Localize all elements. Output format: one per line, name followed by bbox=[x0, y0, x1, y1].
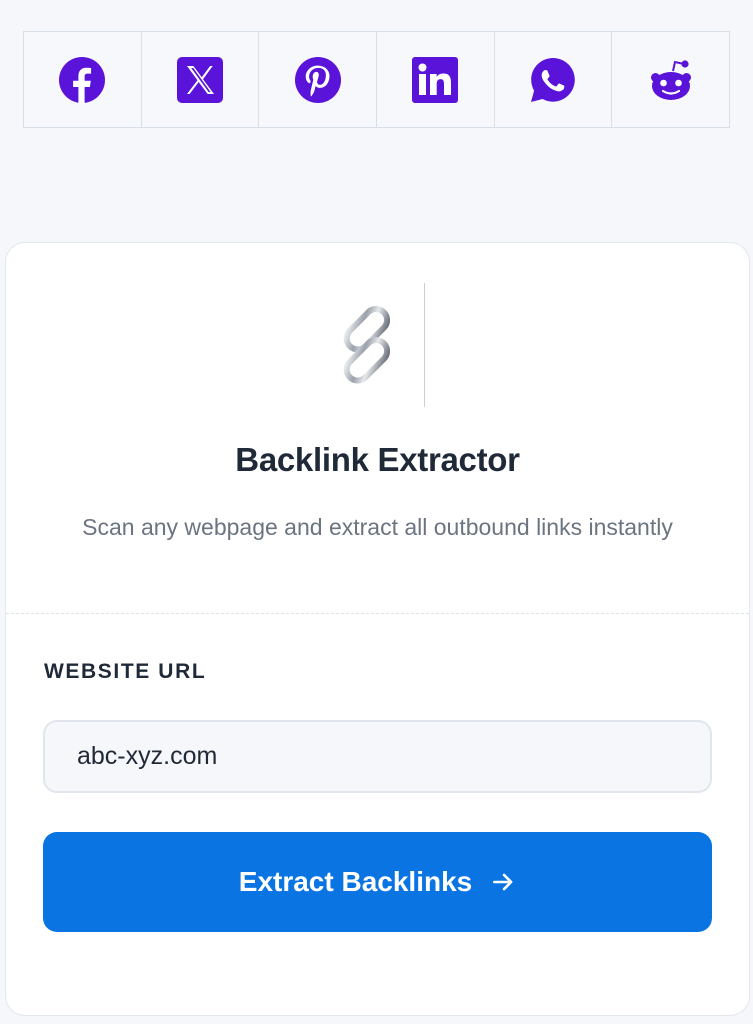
share-whatsapp-button[interactable] bbox=[495, 32, 613, 127]
social-share-bar bbox=[23, 31, 730, 128]
share-facebook-button[interactable] bbox=[24, 32, 142, 127]
url-input[interactable] bbox=[43, 720, 712, 793]
page-subtitle: Scan any webpage and extract all outboun… bbox=[82, 514, 673, 540]
whatsapp-icon bbox=[531, 57, 575, 102]
page-title: Backlink Extractor bbox=[235, 441, 520, 478]
reddit-icon bbox=[650, 59, 691, 100]
share-reddit-button[interactable] bbox=[612, 32, 729, 127]
linkedin-icon bbox=[412, 56, 459, 103]
image-edge bbox=[423, 283, 425, 407]
share-pinterest-button[interactable] bbox=[259, 32, 378, 127]
extract-button-label: Extract Backlinks bbox=[238, 866, 473, 897]
tool-card: Backlink Extractor Scan any webpage and … bbox=[5, 242, 750, 1016]
facebook-icon bbox=[59, 56, 106, 104]
share-x-button[interactable] bbox=[142, 32, 260, 127]
tool-image bbox=[339, 283, 425, 407]
share-linkedin-button[interactable] bbox=[377, 32, 495, 127]
arrow-right-icon bbox=[493, 873, 513, 891]
extract-backlinks-button[interactable]: Extract Backlinks bbox=[43, 832, 712, 932]
url-field-label: WEBSITE URL bbox=[44, 660, 207, 683]
chain-link-icon bbox=[339, 283, 425, 407]
section-divider bbox=[6, 613, 749, 614]
pinterest-icon bbox=[294, 56, 341, 103]
x-twitter-icon bbox=[177, 56, 223, 103]
